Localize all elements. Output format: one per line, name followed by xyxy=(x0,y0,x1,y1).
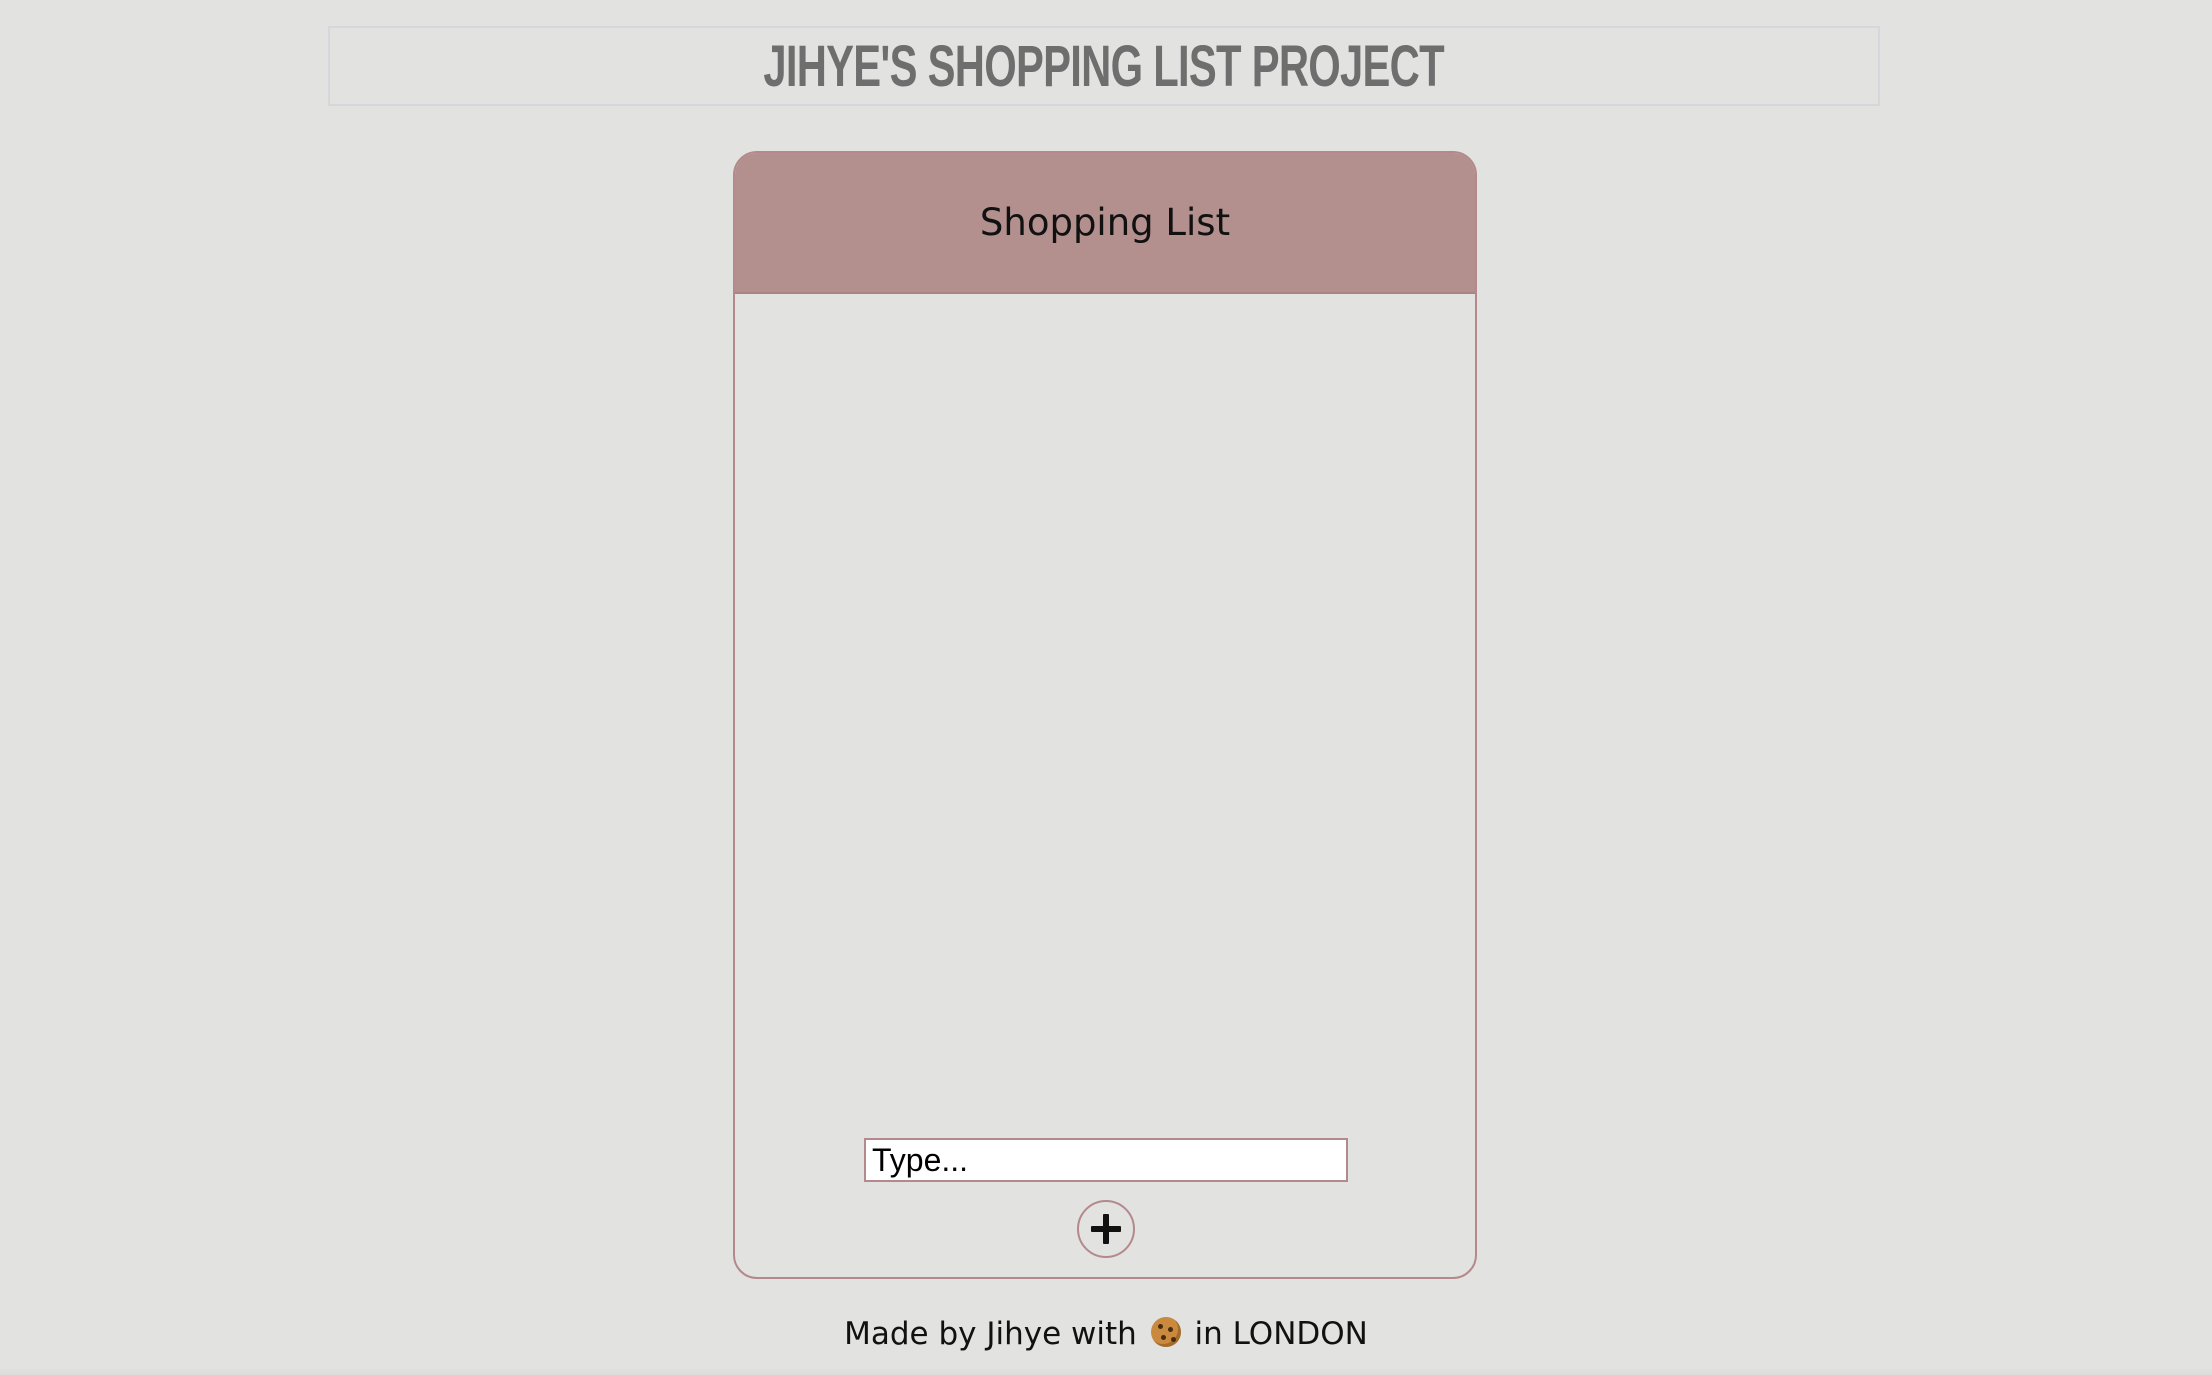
footer: Made by Jihye with in LONDON xyxy=(0,1316,2212,1352)
shopping-list-card: Shopping List xyxy=(733,151,1477,1279)
footer-suffix: in LONDON xyxy=(1194,1316,1368,1352)
shopping-list xyxy=(735,294,1475,1264)
card-title: Shopping List xyxy=(979,201,1231,244)
add-item-button[interactable] xyxy=(1077,1200,1135,1258)
page-title: JIHYE'S SHOPPING LIST PROJECT xyxy=(763,33,1445,99)
plus-icon xyxy=(1091,1214,1121,1244)
cookie-icon xyxy=(1150,1317,1181,1347)
page-header: JIHYE'S SHOPPING LIST PROJECT xyxy=(328,26,1880,106)
bottom-strip xyxy=(0,1367,2212,1375)
footer-prefix: Made by Jihye with xyxy=(844,1316,1137,1352)
card-header: Shopping List xyxy=(735,153,1475,294)
item-input[interactable] xyxy=(864,1138,1348,1182)
